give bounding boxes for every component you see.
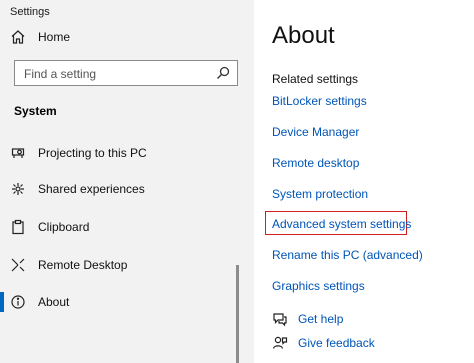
get-help-link[interactable]: Get help: [272, 311, 343, 327]
remote-desktop-link[interactable]: Remote desktop: [272, 156, 359, 170]
sidebar: Settings Home Find a setting System Proj…: [0, 0, 254, 363]
get-help-label: Get help: [298, 312, 344, 326]
device-manager-link[interactable]: Device Manager: [272, 125, 359, 139]
sidebar-item-projecting[interactable]: Projecting to this PC: [0, 136, 240, 170]
search-placeholder: Find a setting: [24, 67, 97, 81]
feedback-icon: [272, 335, 288, 351]
main-content: About Related settings BitLocker setting…: [254, 0, 474, 363]
remote-desktop-icon: [10, 257, 26, 273]
sidebar-item-clipboard[interactable]: Clipboard: [0, 210, 240, 244]
search-icon[interactable]: [216, 66, 230, 80]
search-input[interactable]: Find a setting: [14, 60, 238, 86]
projector-icon: [10, 145, 26, 161]
page-title: About: [272, 22, 335, 49]
sidebar-item-label: About: [38, 295, 70, 309]
sidebar-scrollbar[interactable]: [236, 265, 239, 363]
home-icon: [10, 29, 26, 45]
system-protection-link[interactable]: System protection: [272, 187, 368, 201]
sidebar-item-label: Clipboard: [38, 220, 90, 234]
window-title: Settings: [10, 6, 50, 18]
help-chat-icon: [272, 311, 288, 327]
graphics-settings-link[interactable]: Graphics settings: [272, 279, 365, 293]
advanced-system-settings-link[interactable]: Advanced system settings: [272, 217, 411, 231]
give-feedback-link[interactable]: Give feedback: [272, 335, 375, 351]
bitlocker-settings-link[interactable]: BitLocker settings: [272, 94, 367, 108]
rename-pc-link[interactable]: Rename this PC (advanced): [272, 248, 423, 262]
sidebar-item-about[interactable]: About: [0, 285, 240, 319]
sidebar-item-remote-desktop[interactable]: Remote Desktop: [0, 248, 240, 282]
sidebar-item-label: Shared experiences: [38, 182, 145, 196]
sidebar-item-label: Projecting to this PC: [38, 146, 147, 160]
sidebar-item-home[interactable]: Home: [0, 20, 240, 54]
give-feedback-label: Give feedback: [298, 336, 375, 350]
section-title: System: [14, 104, 57, 118]
sidebar-item-shared-experiences[interactable]: Shared experiences: [0, 172, 240, 206]
clipboard-icon: [10, 219, 26, 235]
sidebar-item-label: Remote Desktop: [38, 258, 128, 272]
info-icon: [10, 294, 26, 310]
shared-experiences-icon: [10, 181, 26, 197]
related-settings-heading: Related settings: [272, 72, 359, 86]
sidebar-item-label: Home: [38, 30, 71, 44]
